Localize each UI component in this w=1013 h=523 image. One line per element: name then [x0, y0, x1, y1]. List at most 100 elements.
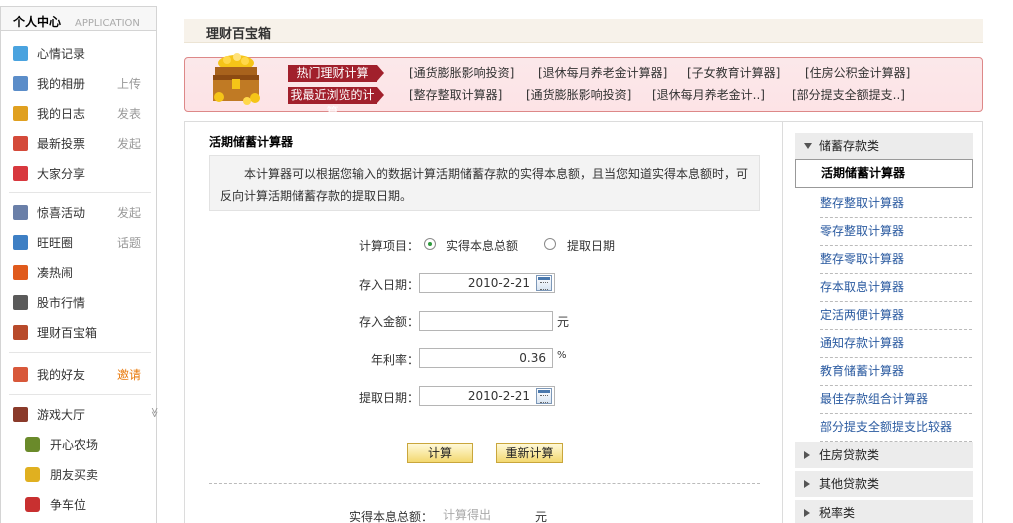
recent-calculator-link[interactable]: [部分提支全额提支..]	[792, 87, 905, 104]
amount-label: 存入金额：	[359, 315, 420, 329]
sidebar-divider	[9, 352, 151, 353]
calculator-panel: 活期储蓄计算器 本计算器可以根据您输入的数据计算活期储蓄存款的实得本息额，且当您…	[185, 122, 783, 523]
parking-icon	[25, 497, 40, 512]
nav-calculator-link[interactable]: 零存整取计算器	[820, 218, 972, 246]
radio-total-amount-label[interactable]: 实得本息总额	[446, 237, 518, 254]
withdraw-date-input[interactable]: 2010-2-21	[419, 386, 555, 406]
sidebar-item-vote[interactable]: 最新投票 发起	[13, 133, 151, 155]
sidebar-item-action[interactable]: 发起	[117, 133, 141, 155]
recent-calculator-link[interactable]: [通货膨胀影响投资]	[526, 87, 631, 104]
sidebar-item-label: 惊喜活动	[37, 206, 86, 220]
deposit-date-input[interactable]: 2010-2-21	[419, 273, 555, 293]
page-title: 理财百宝箱	[206, 27, 272, 42]
calculate-button[interactable]: 计算	[407, 443, 473, 463]
nav-category[interactable]: 其他贷款类	[795, 471, 973, 497]
sidebar-item-share[interactable]: 大家分享	[13, 163, 151, 185]
recent-calculators-tag: 我最近浏览的计算	[288, 87, 384, 119]
sidebar-item-label: 最新投票	[37, 137, 86, 151]
collapse-icon[interactable]: ≫	[149, 407, 160, 417]
amount-input[interactable]	[419, 311, 553, 331]
chevron-right-icon	[804, 509, 810, 517]
category-savings[interactable]: 储蓄存款类	[795, 133, 973, 159]
sidebar-item-label: 我的日志	[37, 107, 86, 121]
reset-button[interactable]: 重新计算	[496, 443, 563, 463]
sidebar-title: 个人中心	[13, 15, 62, 29]
treasure-box-icon	[13, 325, 28, 340]
treasure-chest-icon	[213, 53, 260, 105]
sidebar-item-action[interactable]: 邀请	[117, 364, 141, 386]
calculator-title: 活期储蓄计算器	[209, 135, 294, 149]
bar-chart-icon	[13, 136, 28, 151]
notebook-icon	[13, 106, 28, 121]
radio-withdraw-date[interactable]	[544, 238, 556, 250]
sidebar-item-finance[interactable]: 理财百宝箱	[13, 322, 151, 344]
game-item-label: 开心农场	[50, 438, 99, 452]
nav-calculator-link[interactable]: 部分提支全额提支比较器	[820, 414, 972, 442]
sidebar-item-label: 股市行情	[37, 296, 86, 310]
calculator-banner: 热门理财计算 我最近浏览的计算 [通货膨胀影响投资] [退休每月养老金计算器] [子…	[184, 53, 983, 119]
sidebar-item-action[interactable]: 上传	[117, 73, 141, 95]
hot-calculator-link[interactable]: [退休每月养老金计算器]	[538, 65, 667, 82]
nav-item-active[interactable]: 活期储蓄计算器	[795, 159, 973, 188]
sidebar-item-action[interactable]: 发起	[117, 202, 141, 224]
nav-category[interactable]: 税率类	[795, 500, 973, 523]
sidebar-item-label: 心情记录	[37, 47, 86, 61]
nav-calculator-link[interactable]: 通知存款计算器	[820, 330, 972, 358]
nav-calculator-link[interactable]: 最佳存款组合计算器	[820, 386, 972, 414]
sidebar-item-circle[interactable]: 旺旺圈 话题	[13, 232, 151, 254]
calculator-description: 本计算器可以根据您输入的数据计算活期储蓄存款的实得本息额，且当您知道实得本息额时…	[209, 155, 760, 211]
nav-calculator-link[interactable]: 教育储蓄计算器	[820, 358, 972, 386]
sidebar-item-album[interactable]: 我的相册 上传	[13, 73, 151, 95]
nav-category-label: 住房贷款类	[819, 448, 880, 462]
sidebar-item-label: 理财百宝箱	[37, 326, 98, 340]
speech-bubble-icon	[13, 46, 28, 61]
divider	[209, 483, 760, 484]
sidebar-item-games[interactable]: 游戏大厅	[13, 404, 151, 426]
nav-category-label: 税率类	[819, 506, 856, 520]
rate-unit: %	[557, 350, 567, 361]
sidebar-divider	[9, 394, 151, 395]
recent-calculator-link[interactable]: [整存整取计算器]	[409, 87, 502, 104]
deposit-date-calendar-icon[interactable]	[536, 275, 552, 291]
sidebar-item-hot[interactable]: 凑热闹	[13, 262, 151, 284]
radio-withdraw-date-label[interactable]: 提取日期	[567, 237, 615, 254]
sidebar-item-mood[interactable]: 心情记录	[13, 43, 151, 65]
calendar-icon	[13, 205, 28, 220]
hearts-icon	[13, 166, 28, 181]
amount-unit: 元	[557, 315, 570, 329]
sidebar-item-friends[interactable]: 我的好友 邀请	[13, 364, 151, 386]
rate-label: 年利率：	[371, 353, 420, 367]
people-icon	[13, 235, 28, 250]
nav-calculator-link[interactable]: 定活两便计算器	[820, 302, 972, 330]
nav-category[interactable]: 住房贷款类	[795, 442, 973, 468]
sidebar-item-diary[interactable]: 我的日志 发表	[13, 103, 151, 125]
rate-input[interactable]: 0.36	[419, 348, 553, 368]
sidebar-header: 个人中心 APPLICATION	[1, 7, 156, 31]
game-item-label: 争车位	[50, 498, 87, 512]
radio-total-amount[interactable]	[424, 238, 436, 250]
withdraw-date-label: 提取日期：	[359, 391, 420, 405]
game-icon	[13, 407, 28, 422]
result-field: 计算得出	[435, 507, 535, 523]
withdraw-date-calendar-icon[interactable]	[536, 388, 552, 404]
sidebar-item-stock[interactable]: 股市行情	[13, 292, 151, 314]
nav-category-label: 其他贷款类	[819, 477, 880, 491]
nav-calculator-link[interactable]: 整存整取计算器	[820, 190, 972, 218]
result-unit: 元	[535, 510, 548, 523]
sidebar-item-label: 我的相册	[37, 77, 86, 91]
category-savings-label: 储蓄存款类	[819, 139, 880, 153]
recent-calculator-link[interactable]: [退休每月养老金计..]	[652, 87, 765, 104]
hot-calculator-link[interactable]: [通货膨胀影响投资]	[409, 65, 514, 82]
sidebar-item-action[interactable]: 话题	[117, 232, 141, 254]
sidebar-divider	[9, 192, 151, 193]
sidebar-item-event[interactable]: 惊喜活动 发起	[13, 202, 151, 224]
coins-icon	[25, 467, 40, 482]
sidebar-item-label: 我的好友	[37, 368, 86, 382]
hot-calculator-link[interactable]: [住房公积金计算器]	[805, 65, 910, 82]
hot-calculator-link[interactable]: [子女教育计算器]	[687, 65, 780, 82]
nav-calculator-link[interactable]: 存本取息计算器	[820, 274, 972, 302]
page-title-bar: 理财百宝箱	[184, 19, 983, 43]
sidebar-item-action[interactable]: 发表	[117, 103, 141, 125]
nav-calculator-link[interactable]: 整存零取计算器	[820, 246, 972, 274]
photo-icon	[13, 76, 28, 91]
